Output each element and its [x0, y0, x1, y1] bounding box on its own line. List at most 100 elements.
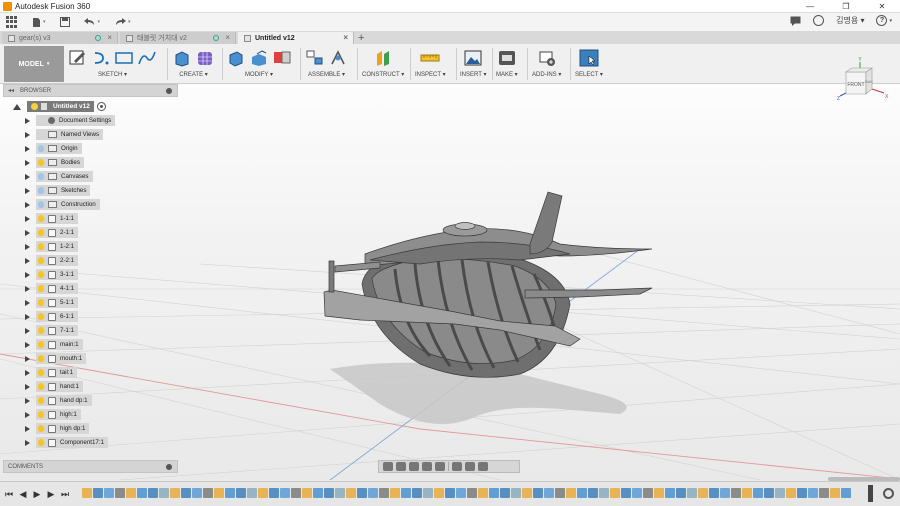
- component-feature-icon[interactable]: [764, 488, 774, 498]
- root-component[interactable]: Untitled v12: [27, 101, 94, 112]
- browser-item-chip[interactable]: Sketches: [36, 185, 91, 196]
- expand-triangle-icon[interactable]: [25, 285, 30, 292]
- browser-item[interactable]: Named Views: [25, 129, 104, 140]
- select-icon[interactable]: [579, 49, 599, 67]
- visibility-bulb-icon[interactable]: [38, 383, 44, 390]
- sketch-feature-icon[interactable]: [82, 488, 92, 498]
- browser-item[interactable]: 2-2:1: [25, 255, 79, 266]
- browser-item-chip[interactable]: mouth:1: [36, 353, 87, 364]
- visibility-bulb-icon[interactable]: [38, 187, 44, 194]
- visibility-bulb-icon[interactable]: [38, 257, 44, 264]
- notification-icon[interactable]: [790, 16, 801, 26]
- expand-triangle-icon[interactable]: [25, 257, 30, 264]
- expand-triangle-icon[interactable]: [25, 173, 30, 180]
- extrude-feature-icon[interactable]: [137, 488, 147, 498]
- sketch-feature-icon[interactable]: [258, 488, 268, 498]
- browser-item-chip[interactable]: 7-1:1: [36, 325, 79, 336]
- step-forward-icon[interactable]: ▶: [46, 489, 56, 499]
- browser-item-chip[interactable]: Canvases: [36, 171, 93, 182]
- expand-triangle-icon[interactable]: [25, 327, 30, 334]
- browser-item-chip[interactable]: 1-1:1: [36, 213, 79, 224]
- expand-triangle-icon[interactable]: [25, 159, 30, 166]
- component-feature-icon[interactable]: [412, 488, 422, 498]
- close-tab-icon[interactable]: ×: [107, 33, 112, 42]
- file-menu-button[interactable]: ▾: [32, 17, 46, 28]
- extrude-feature-icon[interactable]: [665, 488, 675, 498]
- browser-header[interactable]: ◂◂ BROWSER: [3, 84, 178, 97]
- extrude-feature-icon[interactable]: [93, 488, 103, 498]
- browser-item-chip[interactable]: high:1: [36, 409, 81, 420]
- component-feature-icon[interactable]: [720, 488, 730, 498]
- extrude-feature-icon[interactable]: [225, 488, 235, 498]
- component-feature-icon[interactable]: [324, 488, 334, 498]
- expand-triangle-icon[interactable]: [25, 145, 30, 152]
- browser-item-chip[interactable]: 1-2:1: [36, 241, 79, 252]
- component-feature-icon[interactable]: [148, 488, 158, 498]
- timeline-marker[interactable]: [868, 485, 873, 502]
- viewports-icon[interactable]: [478, 462, 488, 471]
- visibility-bulb-icon[interactable]: [38, 145, 44, 152]
- assemble-menu[interactable]: ASSEMBLE ▾: [308, 71, 345, 78]
- sketch-menu[interactable]: SKETCH ▾: [98, 71, 127, 78]
- browser-item-chip[interactable]: high dp:1: [36, 423, 90, 434]
- joint-feature-icon[interactable]: [643, 488, 653, 498]
- collapse-icon[interactable]: ◂◂: [8, 87, 14, 94]
- go-to-start-icon[interactable]: ⏮: [4, 489, 14, 499]
- workspace-switcher[interactable]: MODEL ▾: [4, 46, 64, 82]
- browser-item[interactable]: tail:1: [25, 367, 78, 378]
- tab-gears[interactable]: gear(s) v3 ×: [2, 32, 118, 44]
- component-feature-icon[interactable]: [544, 488, 554, 498]
- insert-image-icon[interactable]: [463, 49, 483, 67]
- sketch-feature-icon[interactable]: [610, 488, 620, 498]
- sketch-feature-icon[interactable]: [698, 488, 708, 498]
- orbit-icon[interactable]: [383, 462, 393, 471]
- visibility-bulb-icon[interactable]: [38, 215, 44, 222]
- visibility-bulb-icon[interactable]: [38, 341, 44, 348]
- user-account-menu[interactable]: 김명용 ▾: [836, 15, 864, 26]
- browser-item-chip[interactable]: Bodies: [36, 157, 84, 168]
- browser-item-chip[interactable]: hand dp:1: [36, 395, 92, 406]
- make-menu[interactable]: MAKE ▾: [496, 71, 518, 78]
- component-feature-icon[interactable]: [676, 488, 686, 498]
- browser-item-chip[interactable]: 4-1:1: [36, 283, 79, 294]
- component-feature-icon[interactable]: [104, 488, 114, 498]
- browser-item[interactable]: hand:1: [25, 381, 83, 392]
- visibility-bulb-icon[interactable]: [38, 327, 44, 334]
- visibility-bulb-icon[interactable]: [38, 299, 44, 306]
- sketch-feature-icon[interactable]: [654, 488, 664, 498]
- help-menu[interactable]: ? ▾: [876, 15, 892, 26]
- expand-triangle-icon[interactable]: [25, 383, 30, 390]
- grid-settings-icon[interactable]: [465, 462, 475, 471]
- browser-item[interactable]: 7-1:1: [25, 325, 79, 336]
- visibility-bulb-icon[interactable]: [38, 425, 44, 432]
- joint-feature-icon[interactable]: [511, 488, 521, 498]
- expand-triangle-icon[interactable]: [25, 355, 30, 362]
- line-tool-icon[interactable]: [91, 49, 111, 67]
- tab-tablet-stand[interactable]: 태블릿 거치대 v2 ×: [120, 32, 236, 44]
- pin-icon[interactable]: [166, 88, 172, 94]
- look-at-icon[interactable]: [396, 462, 406, 471]
- zoom-icon[interactable]: [422, 462, 432, 471]
- timeline-track[interactable]: [82, 488, 870, 500]
- component-feature-icon[interactable]: [808, 488, 818, 498]
- sketch-feature-icon[interactable]: [390, 488, 400, 498]
- play-icon[interactable]: ▶: [32, 489, 42, 499]
- go-to-end-icon[interactable]: ⏭: [60, 489, 70, 499]
- joint-feature-icon[interactable]: [247, 488, 257, 498]
- fit-icon[interactable]: [435, 462, 445, 471]
- joint-feature-icon[interactable]: [599, 488, 609, 498]
- browser-item[interactable]: 4-1:1: [25, 283, 79, 294]
- sketch-feature-icon[interactable]: [302, 488, 312, 498]
- component-feature-icon[interactable]: [280, 488, 290, 498]
- browser-item-chip[interactable]: 2-1:1: [36, 227, 79, 238]
- browser-item-chip[interactable]: 5-1:1: [36, 297, 79, 308]
- inspect-menu[interactable]: INSPECT ▾: [415, 71, 446, 78]
- browser-item[interactable]: hand dp:1: [25, 395, 92, 406]
- sketch-feature-icon[interactable]: [566, 488, 576, 498]
- extrude-feature-icon[interactable]: [533, 488, 543, 498]
- browser-item[interactable]: Document Settings: [25, 115, 116, 126]
- create-sketch-icon[interactable]: [68, 49, 88, 67]
- data-panel-grid-icon[interactable]: [6, 16, 18, 28]
- job-status-icon[interactable]: [813, 15, 825, 26]
- extrude-feature-icon[interactable]: [313, 488, 323, 498]
